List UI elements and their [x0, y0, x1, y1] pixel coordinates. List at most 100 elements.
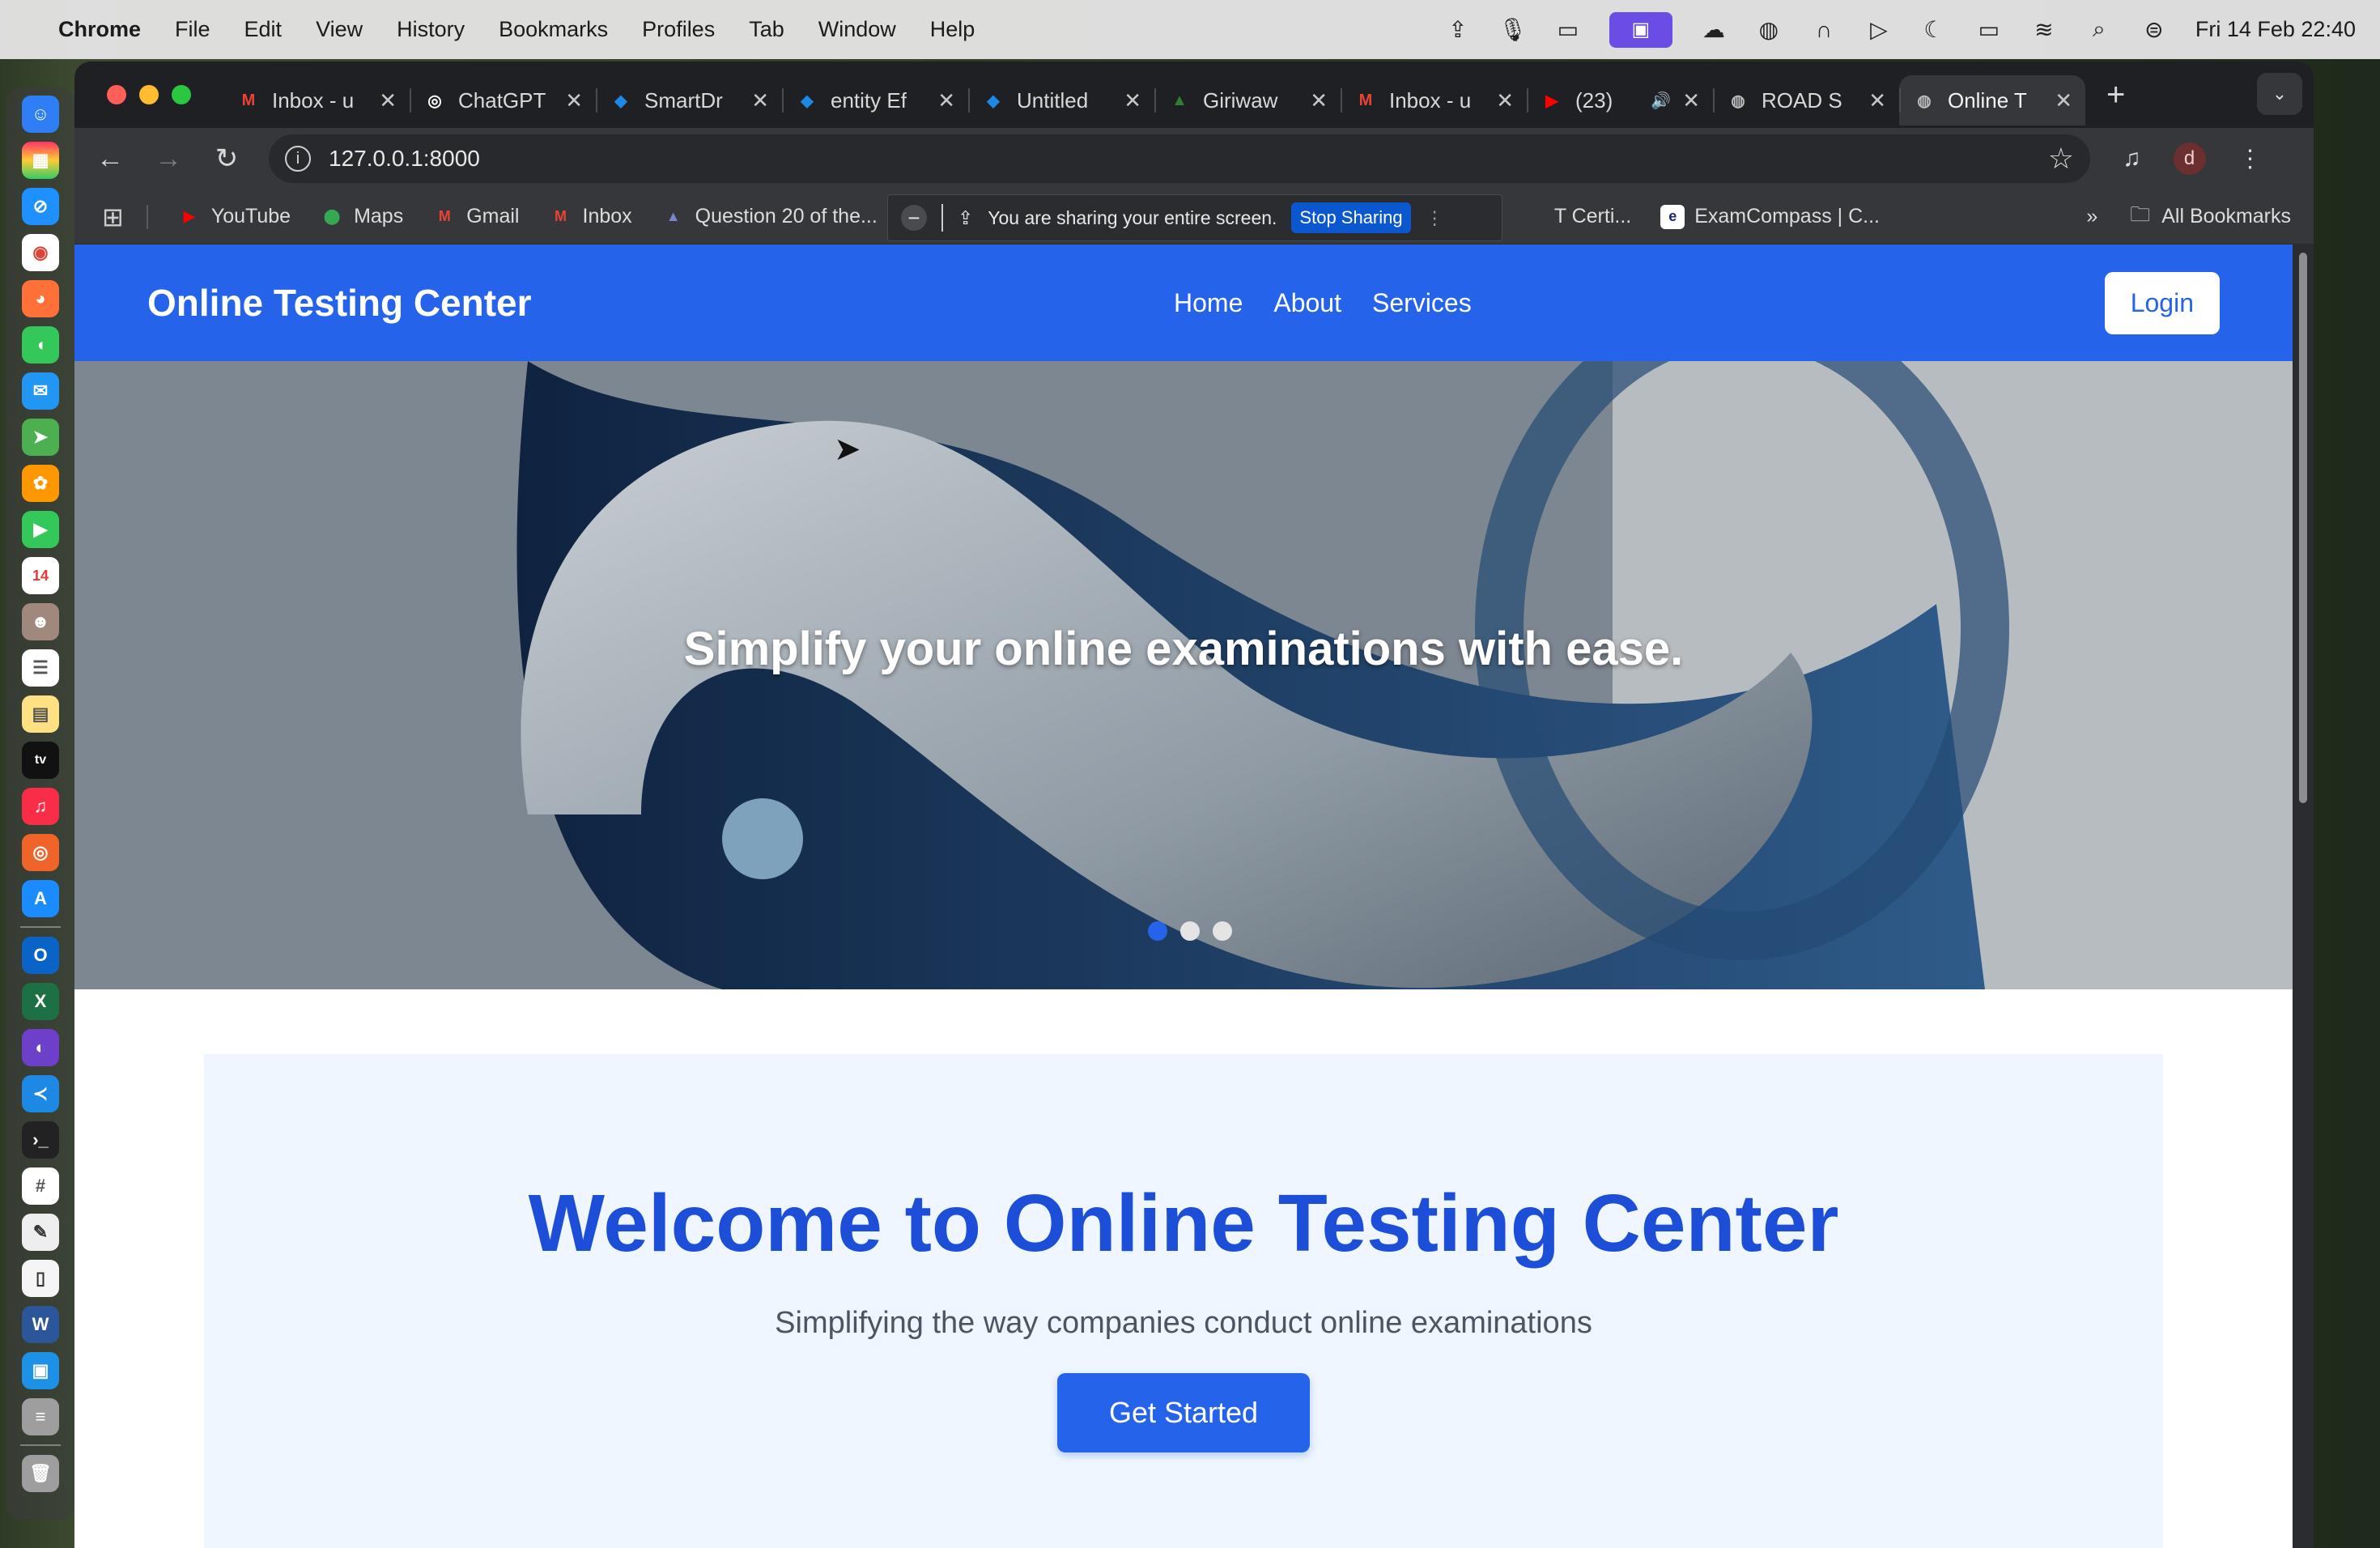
- minimize-window-button[interactable]: [139, 85, 159, 104]
- app-menu-chrome[interactable]: Chrome: [58, 17, 141, 42]
- slack-icon[interactable]: #: [22, 1167, 59, 1205]
- carousel-dot-1[interactable]: [1148, 921, 1167, 941]
- nav-link-home[interactable]: Home: [1174, 288, 1243, 318]
- upload-icon[interactable]: ⇪: [1444, 16, 1472, 44]
- all-bookmarks-button[interactable]: 🗀 All Bookmarks: [2130, 199, 2291, 234]
- more-bookmarks-chevron-icon[interactable]: »: [2086, 205, 2097, 228]
- database-icon[interactable]: ≡: [22, 1398, 59, 1435]
- forward-arrow-icon[interactable]: →: [146, 136, 191, 181]
- bookmark-item[interactable]: ▶ YouTube: [177, 205, 291, 229]
- calendar-icon[interactable]: 14: [22, 557, 59, 594]
- spotlight-search-icon[interactable]: ⌕: [2085, 16, 2113, 44]
- browser-tab[interactable]: ▶ (23) 🔊 ✕: [1527, 75, 1713, 125]
- back-arrow-icon[interactable]: ←: [87, 136, 133, 181]
- hero-carousel[interactable]: ➤ Simplify your online examinations with…: [74, 361, 2293, 989]
- close-window-button[interactable]: [107, 85, 126, 104]
- profile-avatar[interactable]: d: [2173, 142, 2206, 175]
- browser-tab[interactable]: ◆ Untitled ✕: [968, 75, 1154, 125]
- zoom-window-button[interactable]: [172, 85, 191, 104]
- scrollbar-thumb[interactable]: [2299, 253, 2307, 803]
- browser-tab[interactable]: ▲ Giriwaw ✕: [1154, 75, 1341, 125]
- script-editor-icon[interactable]: ✎: [22, 1214, 59, 1251]
- reminders-icon[interactable]: ☰: [22, 649, 59, 687]
- messages-icon[interactable]: ◖: [22, 326, 59, 364]
- facetime-icon[interactable]: ▶: [22, 511, 59, 548]
- tab-search-dropdown-icon[interactable]: ⌄: [2257, 73, 2302, 115]
- apps-grid-icon[interactable]: ⊞: [102, 202, 124, 232]
- tab-close-icon[interactable]: ✕: [1124, 88, 1141, 113]
- menu-edit[interactable]: Edit: [244, 17, 283, 42]
- bookmark-item[interactable]: M Inbox: [549, 205, 632, 229]
- tab-close-icon[interactable]: ✕: [379, 88, 397, 113]
- terminal-icon[interactable]: ›_: [22, 1121, 59, 1159]
- browser-tab[interactable]: M Inbox - u ✕: [223, 75, 410, 125]
- tab-close-icon[interactable]: ✕: [2055, 88, 2072, 113]
- browser-tab[interactable]: ◎ ChatGPT ✕: [410, 75, 596, 125]
- podcasts-icon[interactable]: ◎: [22, 834, 59, 871]
- moon-icon[interactable]: ☾: [1920, 16, 1948, 44]
- menu-file[interactable]: File: [175, 17, 210, 42]
- menu-bar-clock[interactable]: Fri 14 Feb 22:40: [2195, 17, 2356, 42]
- headphones-icon[interactable]: ∩: [1810, 16, 1838, 44]
- drag-handle-icon[interactable]: ⋮: [1426, 207, 1444, 229]
- minimize-banner-icon[interactable]: −: [901, 205, 927, 231]
- site-info-icon[interactable]: i: [285, 146, 311, 172]
- docker-icon[interactable]: ▣: [22, 1352, 59, 1389]
- photos-icon[interactable]: ✿: [22, 465, 59, 502]
- wifi-icon[interactable]: ≋: [2030, 16, 2058, 44]
- menu-bookmarks[interactable]: Bookmarks: [499, 17, 608, 42]
- menu-profiles[interactable]: Profiles: [642, 17, 715, 42]
- camera-icon[interactable]: ▭: [1554, 16, 1582, 44]
- trash-icon[interactable]: 🗑: [22, 1455, 59, 1492]
- bookmark-item[interactable]: ⬤ Maps: [320, 205, 403, 229]
- vpn-globe-icon[interactable]: ◍: [1755, 16, 1783, 44]
- bookmark-star-icon[interactable]: ☆: [2048, 142, 2074, 176]
- battery-icon[interactable]: ▭: [1975, 16, 2003, 44]
- browser-tab[interactable]: ◆ SmartDr ✕: [596, 75, 782, 125]
- menu-view[interactable]: View: [316, 17, 363, 42]
- bookmark-item[interactable]: ▲ Question 20 of the...: [661, 205, 878, 229]
- textedit-icon[interactable]: ▯: [22, 1260, 59, 1297]
- tab-close-icon[interactable]: ✕: [1682, 88, 1700, 113]
- music-icon[interactable]: ♫: [22, 788, 59, 825]
- tab-close-icon[interactable]: ✕: [1310, 88, 1328, 113]
- carousel-dot-2[interactable]: [1180, 921, 1200, 941]
- tab-close-icon[interactable]: ✕: [1868, 88, 1886, 113]
- browser-tab[interactable]: ◍ Online T ✕: [1899, 75, 2085, 125]
- control-center-icon[interactable]: ⊜: [2140, 16, 2168, 44]
- safari-icon[interactable]: ⊘: [22, 188, 59, 225]
- menu-history[interactable]: History: [397, 17, 465, 42]
- site-brand[interactable]: Online Testing Center: [147, 281, 532, 325]
- bookmark-item[interactable]: M Gmail: [432, 205, 520, 229]
- excel-icon[interactable]: X: [22, 983, 59, 1020]
- carousel-dot-3[interactable]: [1213, 921, 1232, 941]
- menu-window[interactable]: Window: [818, 17, 896, 42]
- contacts-icon[interactable]: ☻: [22, 603, 59, 640]
- app-store-icon[interactable]: A: [22, 880, 59, 917]
- browser-tab[interactable]: ◍ ROAD S ✕: [1713, 75, 1899, 125]
- vscode-icon[interactable]: ≺: [22, 1075, 59, 1112]
- github-desktop-icon[interactable]: ◐: [22, 1029, 59, 1066]
- get-started-button[interactable]: Get Started: [1056, 1373, 1311, 1452]
- outlook-icon[interactable]: O: [22, 937, 59, 974]
- login-button[interactable]: Login: [2104, 271, 2220, 334]
- firefox-icon[interactable]: ◕: [22, 280, 59, 317]
- launchpad-icon[interactable]: ▦: [22, 142, 59, 179]
- browser-tab[interactable]: M Inbox - u ✕: [1341, 75, 1527, 125]
- address-bar[interactable]: i 127.0.0.1:8000 ☆: [269, 134, 2090, 183]
- apple-tv-icon[interactable]: tv: [22, 742, 59, 779]
- new-tab-button[interactable]: +: [2106, 77, 2125, 113]
- screen-sharing-indicator-icon[interactable]: ▣: [1609, 11, 1672, 48]
- word-icon[interactable]: W: [22, 1306, 59, 1343]
- reload-icon[interactable]: ↻: [204, 136, 249, 181]
- nav-link-services[interactable]: Services: [1372, 288, 1472, 318]
- chrome-menu-icon[interactable]: ⋮: [2238, 145, 2263, 173]
- tab-close-icon[interactable]: ✕: [565, 88, 583, 113]
- weather-icon[interactable]: ☁: [1700, 16, 1728, 44]
- address-url[interactable]: 127.0.0.1:8000: [329, 146, 2048, 172]
- maps-icon[interactable]: ➤: [22, 419, 59, 456]
- tab-close-icon[interactable]: ✕: [937, 88, 955, 113]
- chrome-icon[interactable]: ◉: [22, 234, 59, 271]
- media-controls-icon[interactable]: ♫: [2123, 145, 2141, 172]
- bookmark-item[interactable]: T Certi...: [1554, 205, 1631, 229]
